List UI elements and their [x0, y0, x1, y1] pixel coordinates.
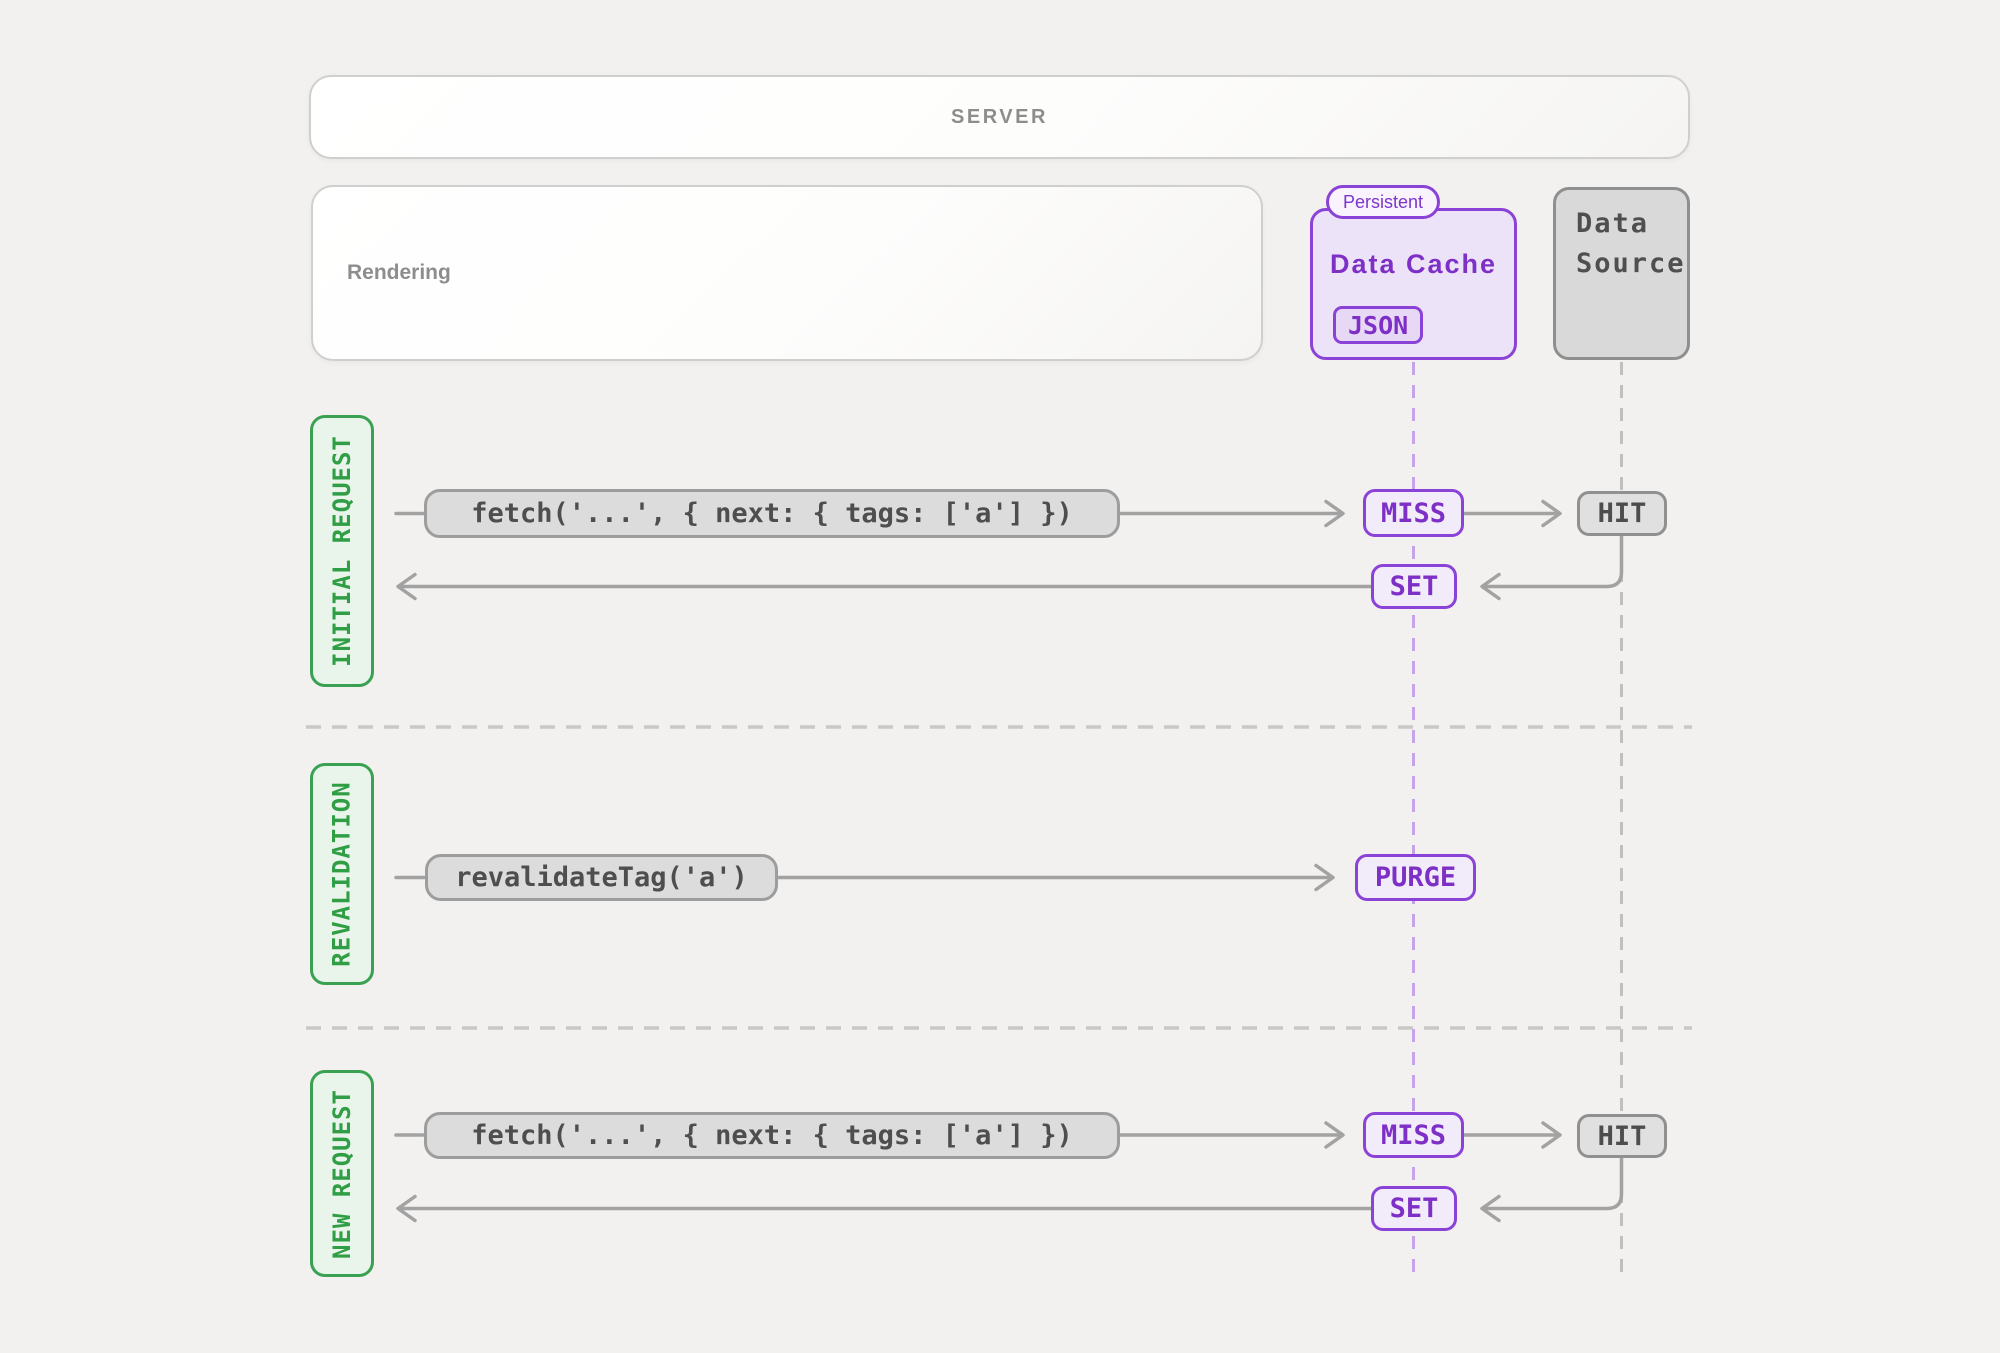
cache-miss-badge-new: MISS — [1363, 1112, 1464, 1158]
rendering-container: Rendering — [311, 185, 1263, 361]
section-label-revalidation: REVALIDATION — [310, 763, 374, 985]
new-request-label: NEW REQUEST — [328, 1088, 357, 1259]
section-label-initial-request: INITIAL REQUEST — [310, 415, 374, 687]
cache-set-badge-initial: SET — [1371, 564, 1457, 609]
server-label: SERVER — [951, 105, 1048, 128]
data-cache-title: Data Cache — [1329, 249, 1498, 279]
revalidate-tag-pill: revalidateTag('a') — [425, 854, 778, 901]
data-cache-box: Data Cache JSON — [1310, 208, 1517, 360]
server-container: SERVER — [309, 75, 1690, 159]
caching-diagram: SERVER Rendering Data Cache JSON Persist… — [0, 0, 2000, 1353]
cache-purge-badge: PURGE — [1355, 854, 1476, 901]
initial-request-label: INITIAL REQUEST — [328, 435, 356, 667]
source-hit-badge-initial: HIT — [1577, 491, 1667, 536]
data-source-line1: Data — [1576, 208, 1650, 239]
persistent-tag: Persistent — [1326, 185, 1441, 219]
data-source-box: Data Source — [1553, 187, 1690, 360]
json-badge: JSON — [1333, 306, 1424, 344]
rendering-label: Rendering — [347, 261, 451, 284]
fetch-call-pill-new: fetch('...', { next: { tags: ['a'] }) — [424, 1112, 1120, 1159]
cache-miss-badge-initial: MISS — [1363, 489, 1464, 537]
fetch-call-pill-initial: fetch('...', { next: { tags: ['a'] }) — [424, 489, 1120, 538]
cache-set-badge-new: SET — [1371, 1186, 1457, 1231]
revalidation-label: REVALIDATION — [328, 781, 357, 967]
data-source-line2: Source — [1576, 248, 1686, 279]
source-hit-badge-new: HIT — [1577, 1114, 1667, 1158]
section-label-new-request: NEW REQUEST — [310, 1070, 374, 1277]
